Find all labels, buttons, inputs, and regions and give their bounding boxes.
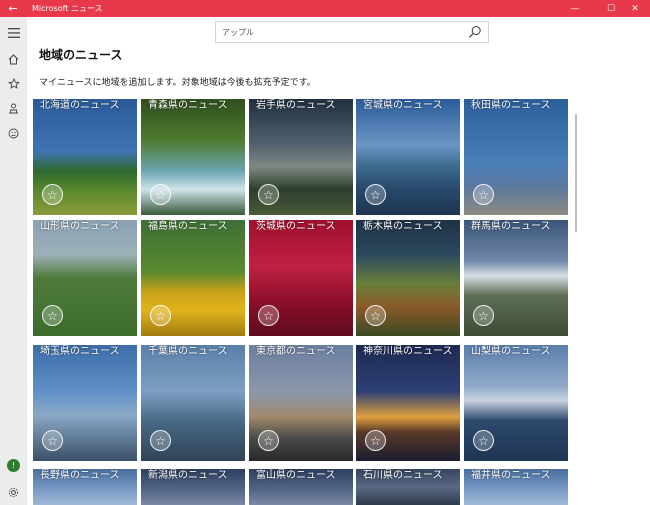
region-tile[interactable]: 石川県のニュース	[356, 469, 460, 505]
star-icon[interactable]: ☆	[365, 430, 386, 451]
window-title: Microsoft ニュース	[32, 4, 103, 13]
region-label: 秋田県のニュース	[471, 100, 551, 111]
region-tile[interactable]: 青森県のニュース ☆	[141, 99, 245, 215]
region-tile[interactable]: 富山県のニュース	[249, 469, 353, 505]
region-label: 山形県のニュース	[40, 221, 120, 232]
emoji-icon[interactable]	[0, 121, 27, 145]
region-tile[interactable]: 岩手県のニュース ☆	[249, 99, 353, 215]
region-tile[interactable]: 新潟県のニュース	[141, 469, 245, 505]
search-box[interactable]	[215, 21, 489, 43]
region-tile[interactable]: 秋田県のニュース ☆	[464, 99, 568, 215]
nav-rail: !	[0, 17, 27, 505]
region-label: 群馬県のニュース	[471, 221, 551, 232]
avatar[interactable]: !	[7, 459, 20, 472]
search-icon[interactable]	[468, 25, 482, 39]
scrollbar[interactable]	[575, 114, 577, 232]
region-label: 北海道のニュース	[40, 100, 120, 111]
star-icon[interactable]: ☆	[42, 305, 63, 326]
star-icon[interactable]: ☆	[365, 305, 386, 326]
star-icon[interactable]: ☆	[150, 430, 171, 451]
region-tile[interactable]: 福井県のニュース	[464, 469, 568, 505]
favorites-icon[interactable]	[0, 71, 27, 95]
region-label: 福井県のニュース	[471, 470, 551, 481]
search-input[interactable]	[222, 25, 462, 40]
back-arrow-icon[interactable]: ←	[0, 0, 26, 17]
region-tile[interactable]: 栃木県のニュース ☆	[356, 220, 460, 336]
region-label: 岩手県のニュース	[256, 100, 336, 111]
region-label: 埼玉県のニュース	[40, 346, 120, 357]
star-icon[interactable]: ☆	[365, 184, 386, 205]
region-label: 東京都のニュース	[256, 346, 336, 357]
menu-icon[interactable]	[0, 21, 27, 45]
star-icon[interactable]: ☆	[473, 305, 494, 326]
close-button[interactable]: ✕	[620, 0, 650, 17]
local-icon[interactable]	[0, 96, 27, 120]
region-label: 福島県のニュース	[148, 221, 228, 232]
star-icon[interactable]: ☆	[150, 184, 171, 205]
region-tile[interactable]: 山梨県のニュース ☆	[464, 345, 568, 461]
minimize-button[interactable]: —	[560, 0, 590, 17]
region-tile[interactable]: 埼玉県のニュース ☆	[33, 345, 137, 461]
region-tile[interactable]: 長野県のニュース	[33, 469, 137, 505]
page-title: 地域のニュース	[39, 48, 123, 62]
region-label: 長野県のニュース	[40, 470, 120, 481]
star-icon[interactable]: ☆	[473, 184, 494, 205]
page-subtitle: マイニュースに地域を追加します。対象地域は今後も拡充予定です。	[39, 78, 316, 88]
gear-icon[interactable]	[0, 480, 27, 504]
region-label: 千葉県のニュース	[148, 346, 228, 357]
region-tile[interactable]: 千葉県のニュース ☆	[141, 345, 245, 461]
region-label: 山梨県のニュース	[471, 346, 551, 357]
region-tile[interactable]: 福島県のニュース ☆	[141, 220, 245, 336]
star-icon[interactable]: ☆	[42, 430, 63, 451]
region-tile[interactable]: 山形県のニュース ☆	[33, 220, 137, 336]
region-label: 神奈川県のニュース	[363, 346, 453, 357]
region-label: 栃木県のニュース	[363, 221, 443, 232]
star-icon[interactable]: ☆	[258, 430, 279, 451]
region-label: 宮城県のニュース	[363, 100, 443, 111]
region-tile[interactable]: 神奈川県のニュース ☆	[356, 345, 460, 461]
home-icon[interactable]	[0, 47, 27, 71]
star-icon[interactable]: ☆	[258, 305, 279, 326]
region-tile[interactable]: 東京都のニュース ☆	[249, 345, 353, 461]
star-icon[interactable]: ☆	[258, 184, 279, 205]
region-label: 新潟県のニュース	[148, 470, 228, 481]
region-label: 青森県のニュース	[148, 100, 228, 111]
title-bar: ← Microsoft ニュース — ☐ ✕	[0, 0, 650, 17]
star-icon[interactable]: ☆	[150, 305, 171, 326]
region-tile[interactable]: 茨城県のニュース ☆	[249, 220, 353, 336]
region-grid: 北海道のニュース ☆ 青森県のニュース ☆ 岩手県のニュース ☆ 宮城県のニュース ☆ 秋田県の…	[33, 99, 569, 505]
region-label: 石川県のニュース	[363, 470, 443, 481]
region-label: 富山県のニュース	[256, 470, 336, 481]
region-label: 茨城県のニュース	[256, 221, 336, 232]
star-icon[interactable]: ☆	[473, 430, 494, 451]
region-tile[interactable]: 群馬県のニュース ☆	[464, 220, 568, 336]
region-tile[interactable]: 宮城県のニュース ☆	[356, 99, 460, 215]
star-icon[interactable]: ☆	[42, 184, 63, 205]
region-tile[interactable]: 北海道のニュース ☆	[33, 99, 137, 215]
